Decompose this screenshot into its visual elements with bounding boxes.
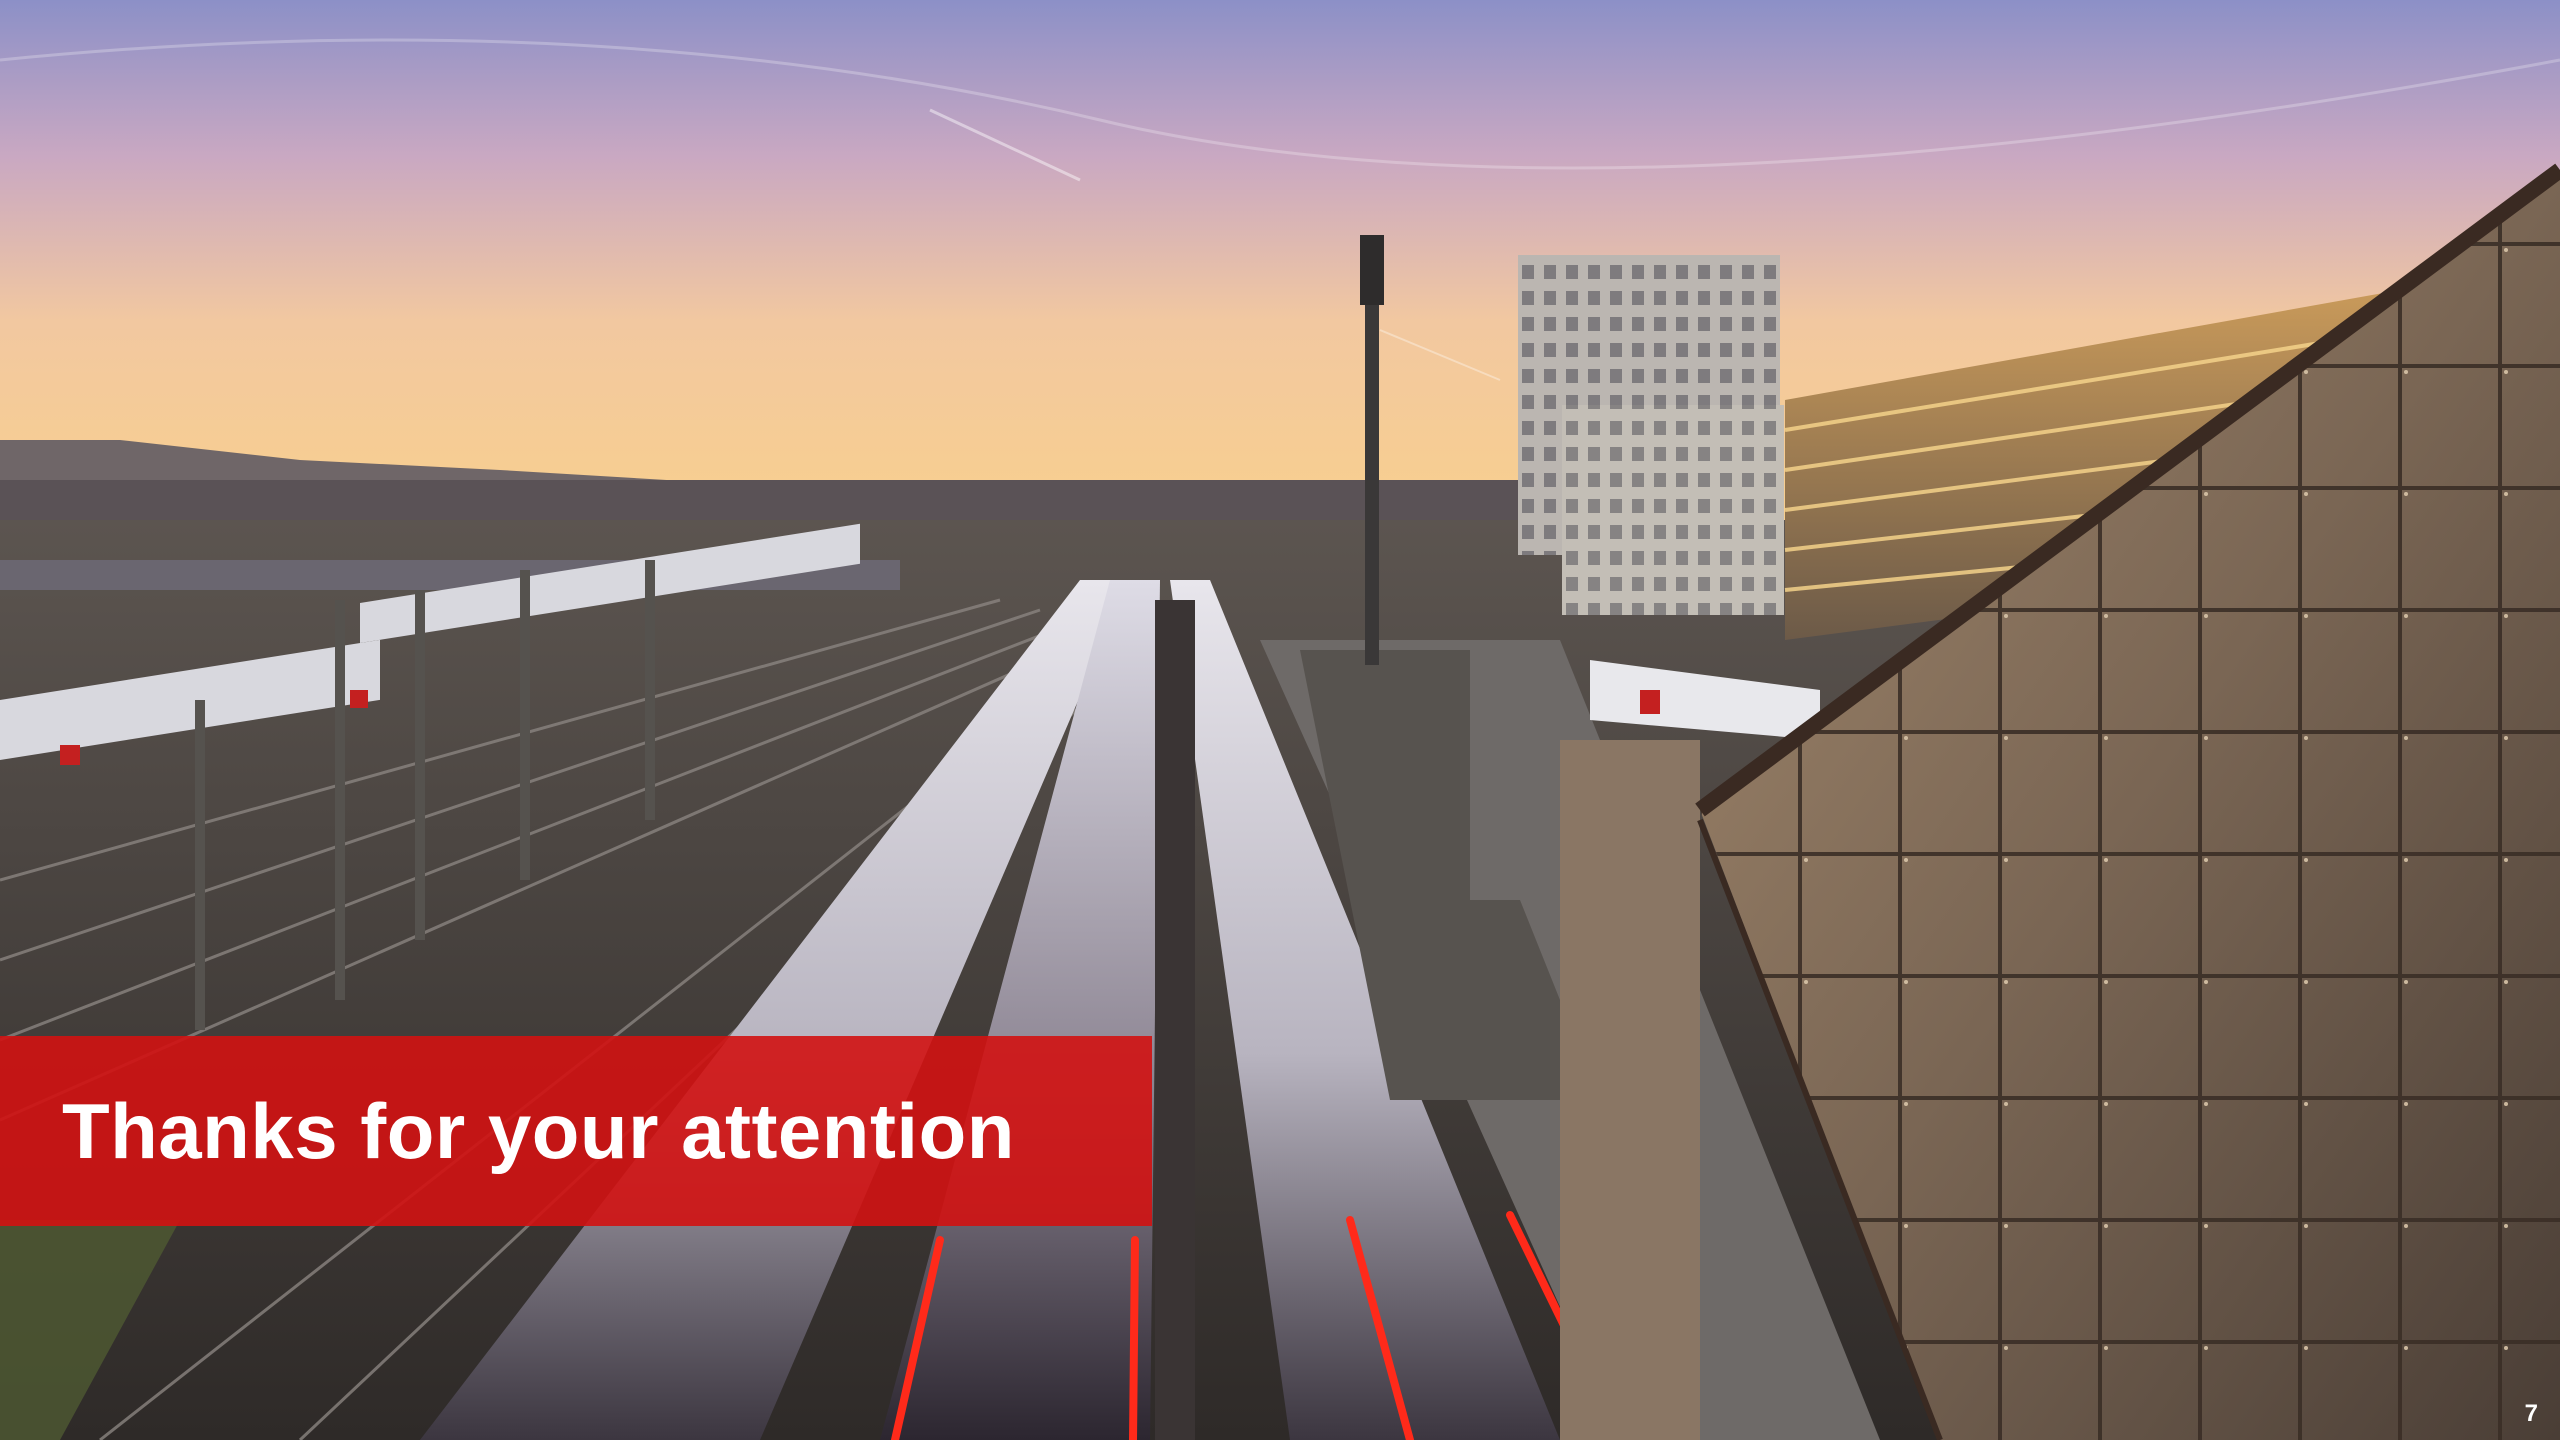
title-banner: Thanks for your attention [0,1036,1152,1226]
page-number: 7 [2524,1400,2538,1427]
slide-title: Thanks for your attention [62,1086,1015,1175]
slide: Thanks for your attention 7 [0,0,2560,1440]
